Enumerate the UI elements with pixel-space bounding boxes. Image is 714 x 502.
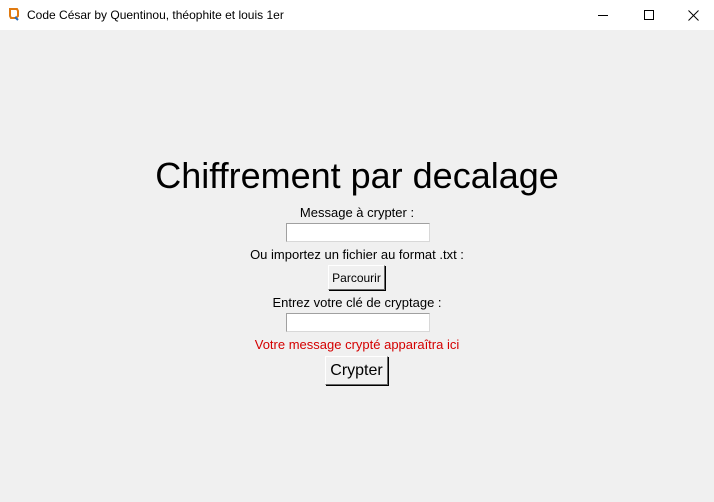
maximize-button[interactable] bbox=[626, 0, 672, 30]
import-label: Ou importez un fichier au format .txt : bbox=[250, 247, 464, 262]
minimize-icon bbox=[598, 15, 608, 16]
result-text: Votre message crypté apparaîtra ici bbox=[254, 337, 460, 352]
maximize-icon bbox=[644, 10, 654, 20]
key-input[interactable] bbox=[286, 313, 430, 332]
message-input[interactable] bbox=[286, 223, 430, 242]
title-bar[interactable]: Code César by Quentinou, théophite et lo… bbox=[0, 0, 714, 30]
window-title: Code César by Quentinou, théophite et lo… bbox=[27, 8, 284, 22]
app-window: Code César by Quentinou, théophite et lo… bbox=[0, 0, 714, 502]
key-label: Entrez votre clé de cryptage : bbox=[272, 295, 442, 310]
main-panel: Chiffrement par decalage Message à crypt… bbox=[0, 30, 714, 502]
crypt-button[interactable]: Crypter bbox=[325, 356, 388, 385]
feather-tk-icon bbox=[9, 8, 19, 21]
minimize-button[interactable] bbox=[580, 0, 626, 30]
close-icon bbox=[687, 9, 699, 21]
message-label: Message à crypter : bbox=[299, 205, 415, 220]
browse-button[interactable]: Parcourir bbox=[328, 265, 385, 290]
close-button[interactable] bbox=[672, 0, 714, 30]
page-title: Chiffrement par decalage bbox=[155, 155, 559, 196]
